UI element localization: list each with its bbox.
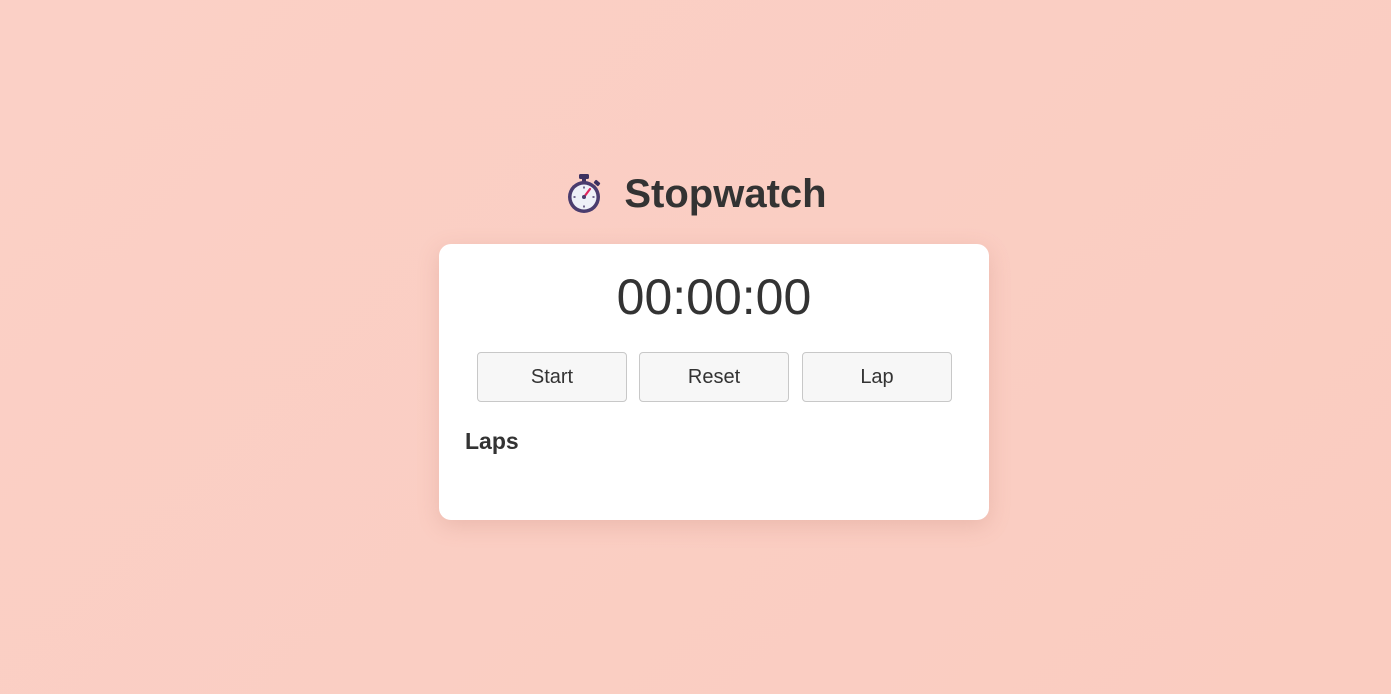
laps-heading: Laps: [465, 428, 519, 454]
controls-row: Start Reset Lap: [477, 352, 952, 402]
time-display: 00:00:00: [616, 269, 812, 325]
start-button[interactable]: Start: [477, 352, 627, 402]
lap-button[interactable]: Lap: [802, 352, 952, 402]
stopwatch-card: 00:00:00 Start Reset Lap Laps: [439, 244, 989, 520]
page-title: Stopwatch: [624, 172, 827, 216]
reset-button[interactable]: Reset: [639, 352, 789, 402]
stopwatch-icon: [564, 172, 604, 216]
page-header: Stopwatch: [0, 168, 1391, 220]
laps-list: [465, 460, 963, 500]
